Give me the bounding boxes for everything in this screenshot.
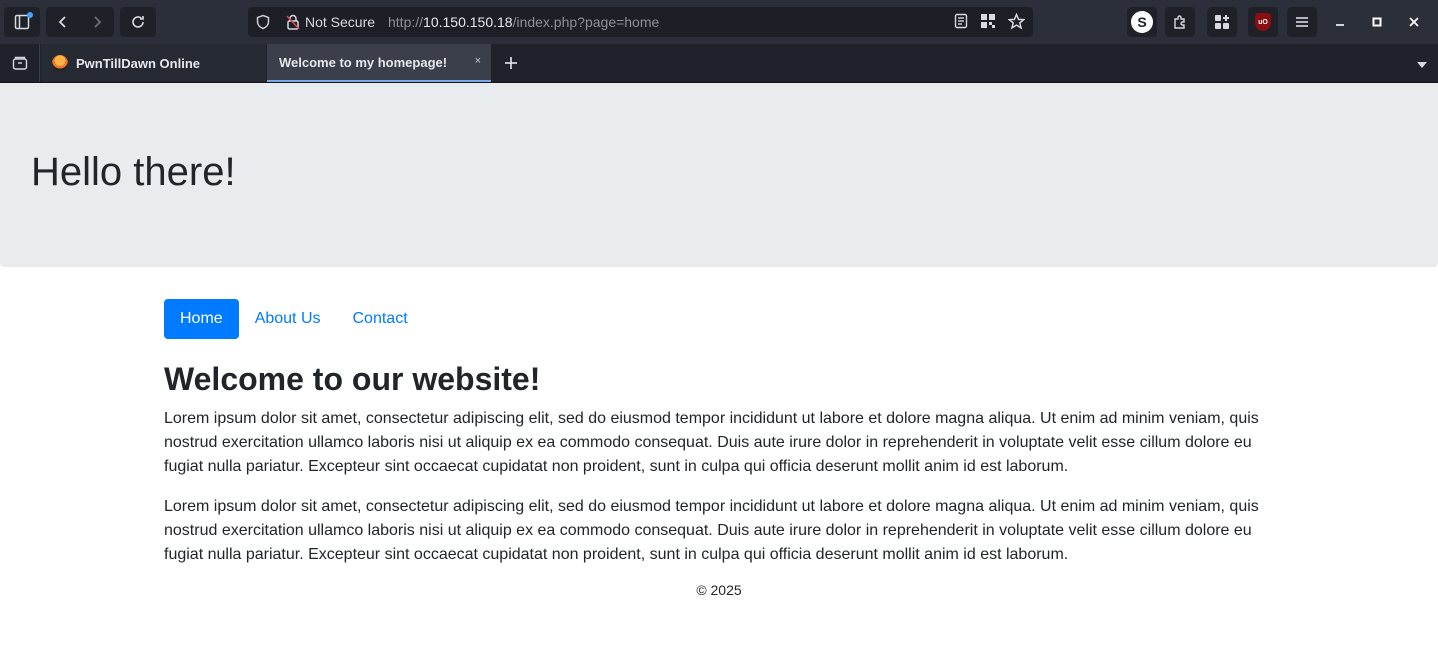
- paragraph: Lorem ipsum dolor sit amet, consectetur …: [164, 410, 1259, 475]
- qr-code-icon[interactable]: [980, 13, 996, 32]
- footer-copyright: © 2025: [696, 582, 742, 598]
- tab-welcome[interactable]: Welcome to my homepage! ×: [267, 44, 491, 82]
- sidebar-icon[interactable]: [4, 7, 40, 37]
- reader-view-icon[interactable]: [954, 13, 968, 32]
- nav-home[interactable]: Home: [164, 299, 239, 339]
- paragraph: Lorem ipsum dolor sit amet, consectetur …: [164, 498, 1259, 563]
- minimize-icon[interactable]: [1328, 10, 1352, 34]
- maximize-icon[interactable]: [1365, 10, 1389, 34]
- tab-bar: PwnTillDawn Online Welcome to my homepag…: [0, 44, 1438, 83]
- page-heading: Welcome to our website!: [164, 361, 541, 397]
- nav-about-us[interactable]: About Us: [239, 299, 337, 339]
- nav-contact[interactable]: Contact: [337, 299, 424, 339]
- hero-title: Hello there!: [31, 150, 236, 194]
- close-tab-icon[interactable]: ×: [475, 55, 481, 67]
- chevron-right-icon[interactable]: [80, 7, 114, 37]
- profile-avatar[interactable]: S: [1127, 7, 1157, 37]
- puzzle-icon[interactable]: [1165, 7, 1195, 37]
- tab-label: PwnTillDawn Online: [76, 55, 200, 71]
- lock-slash-icon[interactable]: [285, 13, 301, 34]
- shield-icon[interactable]: [255, 14, 271, 33]
- reload-icon[interactable]: [120, 7, 156, 37]
- url-path: /index.php?page=home: [512, 14, 660, 30]
- close-window-icon[interactable]: [1402, 10, 1426, 34]
- tab-overview-icon[interactable]: [0, 44, 40, 82]
- ublock-icon[interactable]: uO: [1248, 7, 1278, 37]
- hamburger-icon[interactable]: [1287, 7, 1317, 37]
- main-content: Welcome to our website! Lorem ipsum dolo…: [164, 360, 1274, 583]
- security-label[interactable]: Not Secure: [305, 14, 375, 30]
- url-host: 10.150.150.18: [423, 14, 513, 30]
- chevron-left-icon[interactable]: [46, 7, 80, 37]
- url-bar[interactable]: Not Secure http://10.150.150.18/index.ph…: [248, 7, 1033, 37]
- nav-pills: Home About Us Contact: [164, 299, 424, 339]
- jumbotron: Hello there!: [0, 83, 1438, 267]
- apps-icon[interactable]: [1207, 7, 1237, 37]
- tab-label: Welcome to my homepage!: [279, 54, 448, 70]
- pwntilldawn-favicon-icon: [52, 55, 68, 71]
- tab-list-chevron-down-icon[interactable]: [1416, 56, 1428, 74]
- browser-toolbar: Not Secure http://10.150.150.18/index.ph…: [0, 0, 1438, 44]
- url-text[interactable]: http://10.150.150.18/index.php?page=home: [388, 14, 659, 30]
- profile-initial: S: [1131, 11, 1153, 33]
- new-tab-icon[interactable]: [498, 50, 524, 76]
- tab-pwntilldawn[interactable]: PwnTillDawn Online: [41, 44, 266, 82]
- url-prefix: http://: [388, 14, 424, 30]
- ublock-badge: uO: [1255, 13, 1271, 31]
- star-icon[interactable]: [1007, 12, 1026, 33]
